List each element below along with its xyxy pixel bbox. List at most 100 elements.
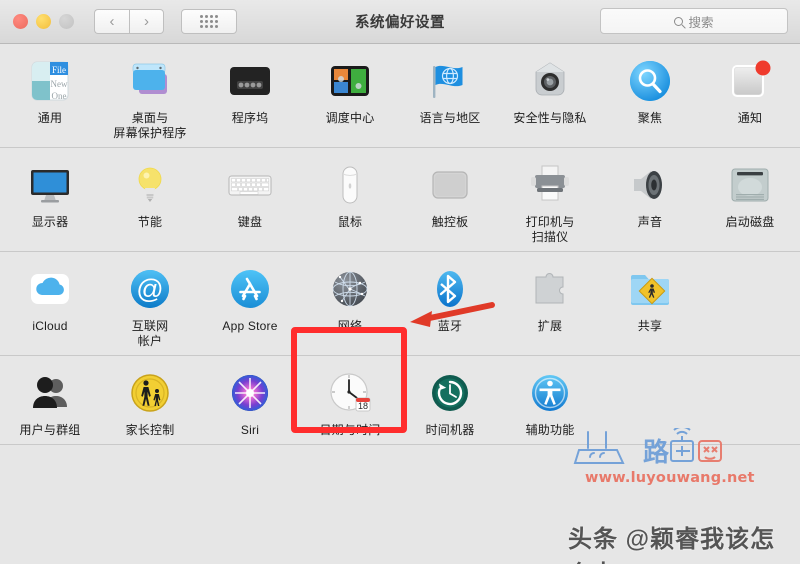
grid-dots-icon — [200, 15, 218, 28]
pref-item-icloud[interactable]: iCloud — [0, 264, 100, 355]
pref-item-label: Siri — [240, 423, 260, 437]
pref-item-sharing[interactable]: 共享 — [600, 264, 700, 355]
pref-item-siri[interactable]: Siri — [200, 368, 300, 444]
back-button[interactable]: ‹ — [94, 9, 129, 34]
pref-item-mission-control[interactable]: 调度中心 — [300, 56, 400, 147]
pref-item-label: iCloud — [32, 319, 68, 333]
window-titlebar: ‹ › 系统偏好设置 搜索 — [0, 0, 800, 44]
pref-item-users-groups[interactable]: 用户与群组 — [0, 368, 100, 444]
section-internet: iCloud @ 互联网 帐户 App Store 网络 蓝牙 扩展 共享 — [0, 252, 800, 356]
pref-item-label: 互联网 帐户 — [131, 319, 169, 348]
pref-item-parental-controls[interactable]: 家长控制 — [100, 368, 200, 444]
pref-item-label: 程序坞 — [231, 111, 269, 125]
section-system: 用户与群组 家长控制 Siri 18 日期与时间 时间机器 辅助功能 — [0, 356, 800, 445]
pref-item-startup-disk[interactable]: 启动磁盘 — [700, 160, 800, 251]
pref-item-label: 网络 — [337, 319, 363, 333]
parental-controls-icon — [125, 368, 175, 418]
pref-item-label: 辅助功能 — [525, 423, 575, 437]
pref-item-label: 通用 — [37, 111, 63, 125]
pref-item-keyboard[interactable]: 键盘 — [200, 160, 300, 251]
pref-item-extensions[interactable]: 扩展 — [500, 264, 600, 355]
pref-item-notifications[interactable]: 通知 — [700, 56, 800, 147]
network-icon — [325, 264, 375, 314]
pref-item-label: 启动磁盘 — [725, 215, 775, 229]
chevron-left-icon: ‹ — [109, 13, 115, 30]
pref-item-app-store[interactable]: App Store — [200, 264, 300, 355]
pref-item-energy-saver[interactable]: 节能 — [100, 160, 200, 251]
desktop-screensaver-icon — [125, 56, 175, 106]
zoom-button — [59, 14, 74, 29]
pref-item-label: 桌面与 屏幕保护程序 — [113, 111, 187, 140]
pref-item-label: 语言与地区 — [419, 111, 481, 125]
pref-item-desktop-screensaver[interactable]: 桌面与 屏幕保护程序 — [100, 56, 200, 147]
time-machine-icon — [425, 368, 475, 418]
svg-text:One: One — [52, 91, 67, 101]
pref-item-sound[interactable]: 声音 — [600, 160, 700, 251]
pref-item-label: 用户与群组 — [19, 423, 81, 437]
pref-item-label: 键盘 — [237, 215, 263, 229]
pref-item-empty — [700, 368, 800, 444]
pref-item-label: App Store — [222, 319, 278, 333]
show-all-button[interactable] — [181, 9, 237, 34]
section-personal: File New One 通用 桌面与 屏幕保护程序 程序坞 调度中心 语言与地… — [0, 44, 800, 148]
empty-slot-icon — [625, 368, 675, 418]
search-field[interactable]: 搜索 — [600, 8, 788, 34]
printers-scanners-icon — [525, 160, 575, 210]
pref-item-label: 扩展 — [537, 319, 563, 333]
pref-item-label: 调度中心 — [325, 111, 375, 125]
system-preferences-window: ‹ › 系统偏好设置 搜索 File New One 通用 桌面与 屏幕保护程序… — [0, 0, 800, 564]
energy-saver-icon — [125, 160, 175, 210]
pref-item-label: 家长控制 — [125, 423, 175, 437]
pref-item-network[interactable]: 网络 — [300, 264, 400, 355]
pref-item-label: 显示器 — [31, 215, 69, 229]
bluetooth-icon — [425, 264, 475, 314]
pref-item-dock[interactable]: 程序坞 — [200, 56, 300, 147]
close-button[interactable] — [13, 14, 28, 29]
pref-item-bluetooth[interactable]: 蓝牙 — [400, 264, 500, 355]
trackpad-icon — [425, 160, 475, 210]
pref-item-label: 打印机与 扫描仪 — [525, 215, 575, 244]
search-placeholder: 搜索 — [688, 15, 714, 30]
pref-item-spotlight[interactable]: 聚焦 — [600, 56, 700, 147]
users-groups-icon — [25, 368, 75, 418]
pref-row-system: 用户与群组 家长控制 Siri 18 日期与时间 时间机器 辅助功能 — [0, 356, 800, 444]
minimize-button[interactable] — [36, 14, 51, 29]
empty-slot-icon — [725, 264, 775, 314]
siri-icon — [225, 368, 275, 418]
traffic-lights — [13, 14, 74, 29]
sharing-icon — [625, 264, 675, 314]
pref-item-date-time[interactable]: 18 日期与时间 — [300, 368, 400, 444]
pref-item-printers-scanners[interactable]: 打印机与 扫描仪 — [500, 160, 600, 251]
pref-item-trackpad[interactable]: 触控板 — [400, 160, 500, 251]
forward-button[interactable]: › — [129, 9, 164, 34]
pref-item-internet-accounts[interactable]: @ 互联网 帐户 — [100, 264, 200, 355]
keyboard-icon — [225, 160, 275, 210]
section-hardware: 显示器 节能 键盘 鼠标 触控板 打印机与 扫描仪 声音 启动磁盘 — [0, 148, 800, 252]
pref-item-language-region[interactable]: 语言与地区 — [400, 56, 500, 147]
pref-item-mouse[interactable]: 鼠标 — [300, 160, 400, 251]
pref-item-accessibility[interactable]: 辅助功能 — [500, 368, 600, 444]
startup-disk-icon — [725, 160, 775, 210]
router-watermark-url: www.luyouwang.net — [585, 470, 755, 486]
sound-icon — [625, 160, 675, 210]
pref-item-security-privacy[interactable]: 安全性与隐私 — [500, 56, 600, 147]
general-icon: File New One — [25, 56, 75, 106]
pref-row-personal: File New One 通用 桌面与 屏幕保护程序 程序坞 调度中心 语言与地… — [0, 44, 800, 147]
svg-text:@: @ — [136, 274, 163, 304]
pref-item-time-machine[interactable]: 时间机器 — [400, 368, 500, 444]
pref-item-label: 触控板 — [431, 215, 469, 229]
pref-item-label: 安全性与隐私 — [513, 111, 587, 125]
pref-item-label: 通知 — [737, 111, 763, 125]
notifications-icon — [725, 56, 775, 106]
pref-item-label: 时间机器 — [425, 423, 475, 437]
svg-text:New: New — [51, 79, 68, 89]
pref-item-displays[interactable]: 显示器 — [0, 160, 100, 251]
app-store-icon — [225, 264, 275, 314]
date-time-icon: 18 — [325, 368, 375, 418]
internet-accounts-icon: @ — [125, 264, 175, 314]
pref-item-empty — [600, 368, 700, 444]
pref-item-general[interactable]: File New One 通用 — [0, 56, 100, 147]
mouse-icon — [325, 160, 375, 210]
pref-item-label: 日期与时间 — [319, 423, 381, 437]
pref-row-hardware: 显示器 节能 键盘 鼠标 触控板 打印机与 扫描仪 声音 启动磁盘 — [0, 148, 800, 251]
